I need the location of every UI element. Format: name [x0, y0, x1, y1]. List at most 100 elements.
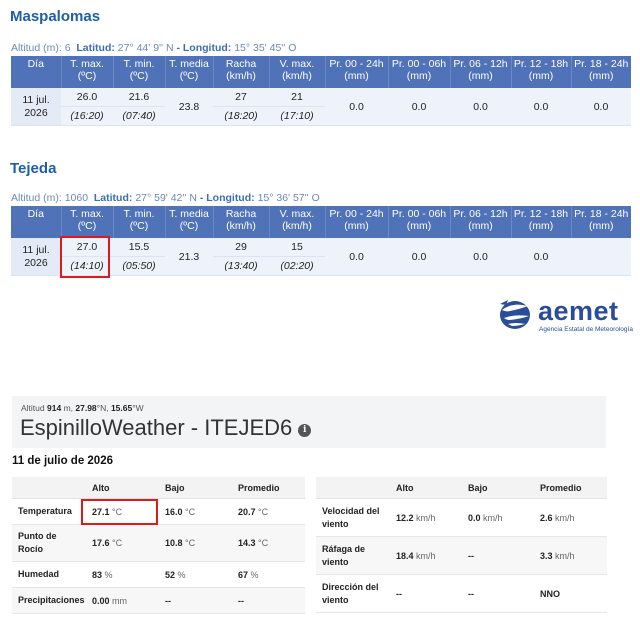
- unit: °C: [112, 538, 123, 548]
- pr-00-06-cell: 0.0: [388, 238, 450, 276]
- avg-cell: 14.3 °C: [232, 524, 305, 562]
- unit: %: [177, 569, 186, 580]
- avg-cell: 3.3 km/h: [534, 536, 607, 575]
- latitude-value: 27° 44' 9'' N: [117, 42, 174, 54]
- wu-lat-value: 27.98: [75, 403, 97, 413]
- low-cell: 10.8 °C: [159, 524, 232, 562]
- tmin-cell: 15.5: [113, 238, 165, 257]
- value: 12.2: [396, 512, 414, 523]
- header-row: Alto Bajo Promedio: [316, 477, 607, 499]
- table-row: Dirección del viento -- -- NNO: [316, 574, 607, 613]
- station-meta-maspalomas: Altitud (m): 6 Latitud: 27° 44' 9'' N - …: [11, 42, 296, 54]
- col-header: [316, 477, 390, 499]
- low-cell: --: [462, 574, 534, 613]
- vmax-time-cell: (02:20): [269, 256, 325, 276]
- col-header: Pr. 00 - 24h (mm): [325, 206, 389, 238]
- unit: km/h: [416, 550, 436, 561]
- avg-cell: 67 %: [232, 561, 305, 588]
- pr-18-24-cell: [571, 238, 631, 276]
- gust-cell: 27: [213, 88, 269, 107]
- table-row: Velocidad del viento 12.2 km/h 0.0 km/h …: [316, 498, 607, 537]
- data-row: 11 jul. 2026 26.0 21.6 23.8 27 21 0.0 0.…: [11, 88, 631, 126]
- row-label: Humedad: [12, 561, 86, 588]
- low-cell: --: [159, 587, 232, 614]
- col-header: Pr. 00 - 06h (mm): [388, 206, 451, 238]
- station-meta-tejeda: Altitud (m): 1060 Latitud: 27° 59' 42'' …: [11, 192, 320, 204]
- wu-lat-unit: °N,: [96, 403, 109, 413]
- col-header: Promedio: [232, 477, 305, 499]
- row-label: Ráfaga de viento: [316, 536, 390, 575]
- pr-06-12-cell: 0.0: [450, 88, 511, 126]
- unit: °C: [258, 506, 269, 517]
- col-header: Día: [11, 206, 62, 238]
- avg-cell: NNO: [534, 574, 607, 613]
- altitude-label: Altitud (m):: [11, 42, 62, 54]
- pr-00-24-cell: 0.0: [325, 238, 388, 276]
- high-cell: 83 %: [86, 561, 159, 588]
- value: 14.3: [238, 538, 256, 548]
- value: --: [396, 588, 402, 599]
- col-header: Pr. 18 - 24h (mm): [571, 56, 631, 88]
- date-cell: 11 jul. 2026: [11, 88, 61, 126]
- info-icon[interactable]: i: [298, 424, 312, 437]
- wu-station-title-row: EspinilloWeather - ITEJED6 i: [20, 415, 312, 441]
- aemet-wordmark: aemet: [538, 296, 619, 326]
- row-label: Temperatura: [12, 498, 86, 525]
- highlight-box: [60, 236, 110, 278]
- value: 17.6: [92, 538, 110, 548]
- high-cell: 18.4 km/h: [390, 536, 462, 575]
- high-cell: --: [390, 574, 462, 613]
- table-row: Punto de Rocío 17.6 °C 10.8 °C 14.3 °C: [12, 524, 305, 562]
- table-row: Precipitaciones 0.00 mm -- --: [12, 587, 305, 614]
- value: 20.7: [238, 506, 256, 517]
- col-header: T. min. (ºC): [113, 56, 166, 88]
- unit: km/h: [555, 550, 575, 561]
- value: --: [468, 550, 474, 561]
- wu-lon-value: 15.65: [110, 403, 133, 413]
- vmax-time-cell: (17:10): [269, 106, 325, 126]
- value: 3.3: [540, 550, 553, 561]
- header-row: Día T. max. (ºC) T. min. (ºC) T. media (…: [11, 206, 631, 238]
- tmean-cell: 23.8: [165, 88, 213, 126]
- col-header: Día: [11, 56, 62, 88]
- vmax-cell: 21: [269, 88, 325, 107]
- wu-date: 11 de julio de 2026: [12, 455, 113, 467]
- high-cell: 0.00 mm: [86, 587, 159, 614]
- pr-00-24-cell: 0.0: [325, 88, 388, 126]
- wu-altitude-unit: m,: [63, 403, 74, 413]
- value: 0.00: [92, 595, 110, 606]
- row-label: Velocidad del viento: [316, 498, 390, 537]
- wu-lon-unit: °W: [132, 403, 144, 413]
- col-header: Pr. 06 - 12h (mm): [450, 56, 512, 88]
- pr-12-18-cell: 0.0: [511, 238, 571, 276]
- latitude-value: 27° 59' 42'' N: [135, 192, 197, 204]
- value: 52: [165, 569, 176, 580]
- aemet-logo: aemet Agencia Estatal de Meteorología: [498, 296, 633, 338]
- pr-00-06-cell: 0.0: [388, 88, 450, 126]
- date-cell: 11 jul. 2026: [11, 238, 61, 276]
- col-header: Pr. 12 - 18h (mm): [511, 206, 572, 238]
- unit: km/h: [483, 512, 503, 523]
- low-cell: 0.0 km/h: [462, 498, 534, 537]
- col-header: V. max. (km/h): [269, 206, 326, 238]
- wu-station-meta: Altitud 914 m, 27.98°N, 15.65°W: [21, 403, 144, 413]
- col-header: Bajo: [159, 477, 232, 499]
- col-header: Promedio: [534, 477, 607, 499]
- value: --: [165, 595, 171, 606]
- col-header: Pr. 12 - 18h (mm): [511, 56, 572, 88]
- pr-06-12-cell: 0.0: [450, 238, 511, 276]
- col-header: Pr. 18 - 24h (mm): [571, 206, 631, 238]
- value: 0.0: [468, 512, 481, 523]
- unit: °C: [185, 538, 196, 548]
- avg-cell: 2.6 km/h: [534, 498, 607, 537]
- col-header: Alto: [86, 477, 159, 499]
- col-header: T. max. (ºC): [61, 206, 114, 238]
- latitude-label: Latitud:: [93, 192, 133, 204]
- value: --: [468, 588, 474, 599]
- unit: %: [104, 569, 113, 580]
- value: 18.4: [396, 550, 414, 561]
- highlight-box: [81, 499, 158, 525]
- longitude-label: - Longitud:: [199, 192, 255, 204]
- longitude-value: 15° 36' 57'' O: [257, 192, 320, 204]
- col-header: Bajo: [462, 477, 534, 499]
